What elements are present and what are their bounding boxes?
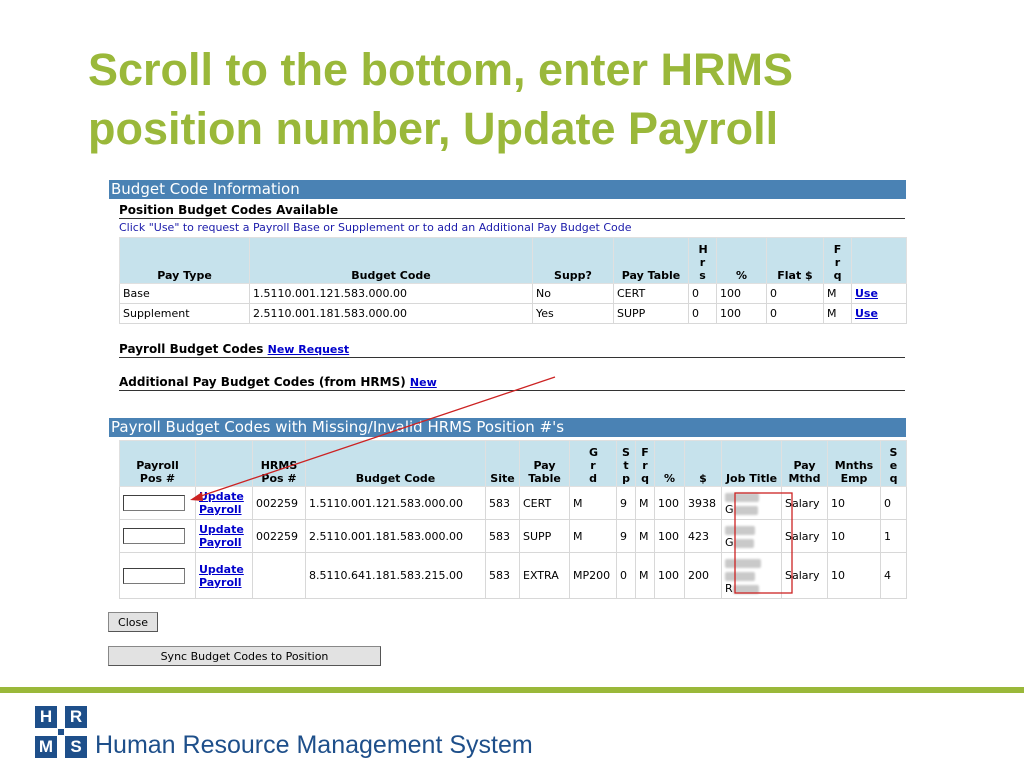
logo-center-dot bbox=[58, 729, 64, 735]
hrms-logo: H R M S bbox=[35, 706, 87, 758]
logo-letter: H bbox=[35, 706, 57, 728]
footer-accent-bar bbox=[0, 687, 1024, 693]
annotation-arrow-head bbox=[190, 492, 203, 501]
brand-name: Human Resource Management System bbox=[95, 731, 533, 759]
annotation-arrow-line bbox=[197, 376, 556, 498]
logo-letter: S bbox=[65, 736, 87, 758]
logo-letter: M bbox=[35, 736, 57, 758]
logo-letter: R bbox=[65, 706, 87, 728]
annotation-overlay bbox=[190, 376, 793, 594]
annotation-highlight-box bbox=[734, 492, 793, 594]
